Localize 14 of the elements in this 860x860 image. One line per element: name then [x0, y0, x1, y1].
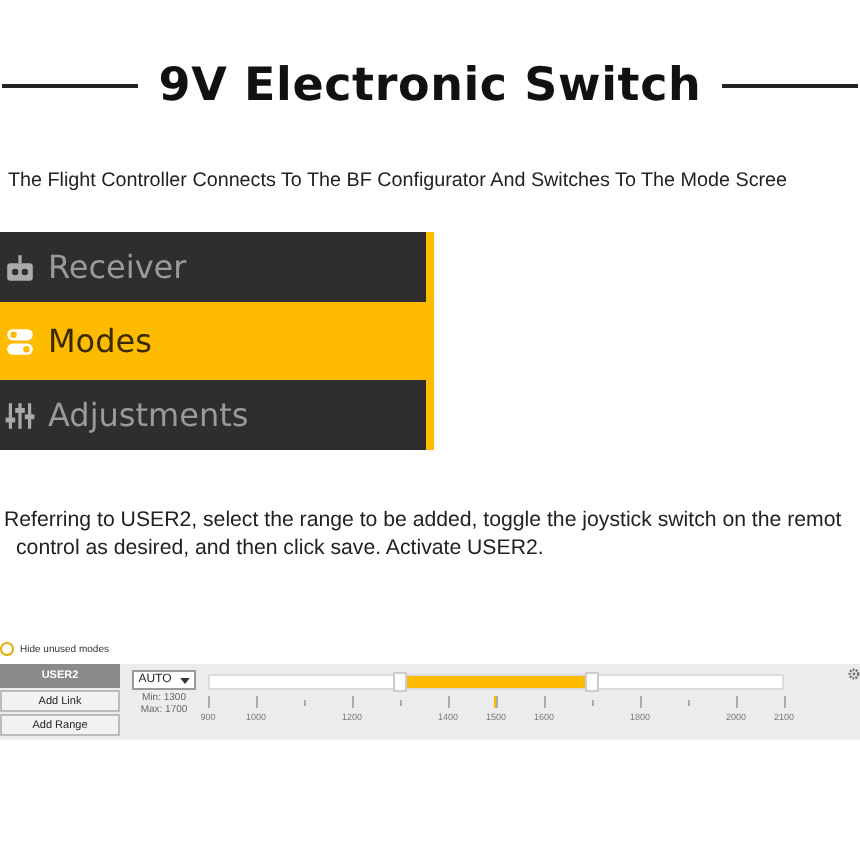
intro-text: The Flight Controller Connects To The BF Configurator And Switches To The Mode Scree [8, 170, 790, 192]
page-title: 9V Electronic Switch [158, 60, 702, 112]
checkbox[interactable] [0, 642, 14, 656]
range-handle[interactable] [393, 672, 408, 692]
caret-icon [179, 677, 190, 683]
menu-item[interactable]: Receiver [0, 232, 426, 302]
range-handle[interactable] [584, 672, 599, 692]
menu-item[interactable]: Adjustments [0, 380, 426, 450]
instruction-text: Referring to USER2, select the range to be added, toggle the joystick switch on the remot [4, 506, 844, 534]
sliders-icon [4, 399, 36, 431]
settings-icon[interactable] [848, 668, 860, 680]
robot-icon [4, 251, 36, 283]
instruction-text: control as desired, and then click save. Activate USER2. [14, 534, 546, 562]
toggle-icon [4, 325, 36, 357]
